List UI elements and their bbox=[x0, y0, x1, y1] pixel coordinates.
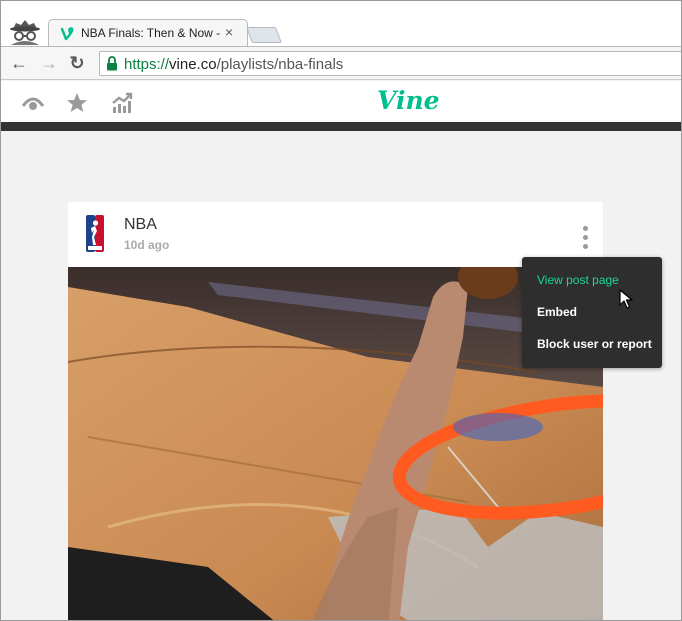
new-tab-button[interactable] bbox=[246, 27, 282, 43]
vine-logo[interactable]: Vine bbox=[377, 86, 440, 115]
eye-icon[interactable] bbox=[22, 92, 44, 114]
forward-icon[interactable]: → bbox=[39, 53, 59, 73]
back-icon[interactable]: ← bbox=[9, 53, 29, 73]
browser-tab[interactable]: NBA Finals: Then & Now - × bbox=[48, 19, 248, 46]
tab-close-icon[interactable]: × bbox=[225, 24, 233, 40]
browser-toolbar: ← → ↻ https://vine.co/playlists/nba-fina… bbox=[1, 46, 681, 80]
trending-icon[interactable] bbox=[111, 92, 133, 114]
post-timestamp: 10d ago bbox=[124, 238, 170, 252]
reload-icon[interactable]: ↻ bbox=[67, 53, 87, 73]
menu-item-block-user-or-report[interactable]: Block user or report bbox=[537, 337, 652, 351]
browser-window: NBA Finals: Then & Now - × ← → ↻ https:/… bbox=[0, 0, 682, 621]
post-author[interactable]: NBA bbox=[124, 216, 157, 234]
menu-item-embed[interactable]: Embed bbox=[537, 305, 577, 319]
tab-strip: NBA Finals: Then & Now - × bbox=[1, 1, 681, 46]
url-text: https://vine.co/playlists/nba-finals bbox=[124, 56, 343, 73]
nba-logo-avatar[interactable] bbox=[86, 215, 104, 252]
mouse-cursor-icon bbox=[619, 289, 633, 309]
more-options-icon[interactable] bbox=[579, 226, 591, 252]
url-scheme: https:// bbox=[124, 56, 170, 73]
url-path: /playlists/nba-finals bbox=[216, 56, 344, 73]
incognito-icon bbox=[10, 20, 40, 45]
vine-header: Vine bbox=[1, 81, 681, 122]
tab-title: NBA Finals: Then & Now - bbox=[81, 26, 221, 40]
post-options-menu: View post page Embed Block user or repor… bbox=[522, 257, 662, 368]
star-icon[interactable] bbox=[66, 92, 88, 114]
url-host: vine.co bbox=[169, 56, 217, 73]
lock-icon bbox=[107, 56, 117, 71]
header-divider bbox=[1, 122, 681, 131]
address-bar[interactable]: https://vine.co/playlists/nba-finals bbox=[99, 51, 681, 76]
vine-favicon-icon bbox=[61, 27, 74, 41]
menu-item-view-post-page[interactable]: View post page bbox=[537, 273, 619, 287]
